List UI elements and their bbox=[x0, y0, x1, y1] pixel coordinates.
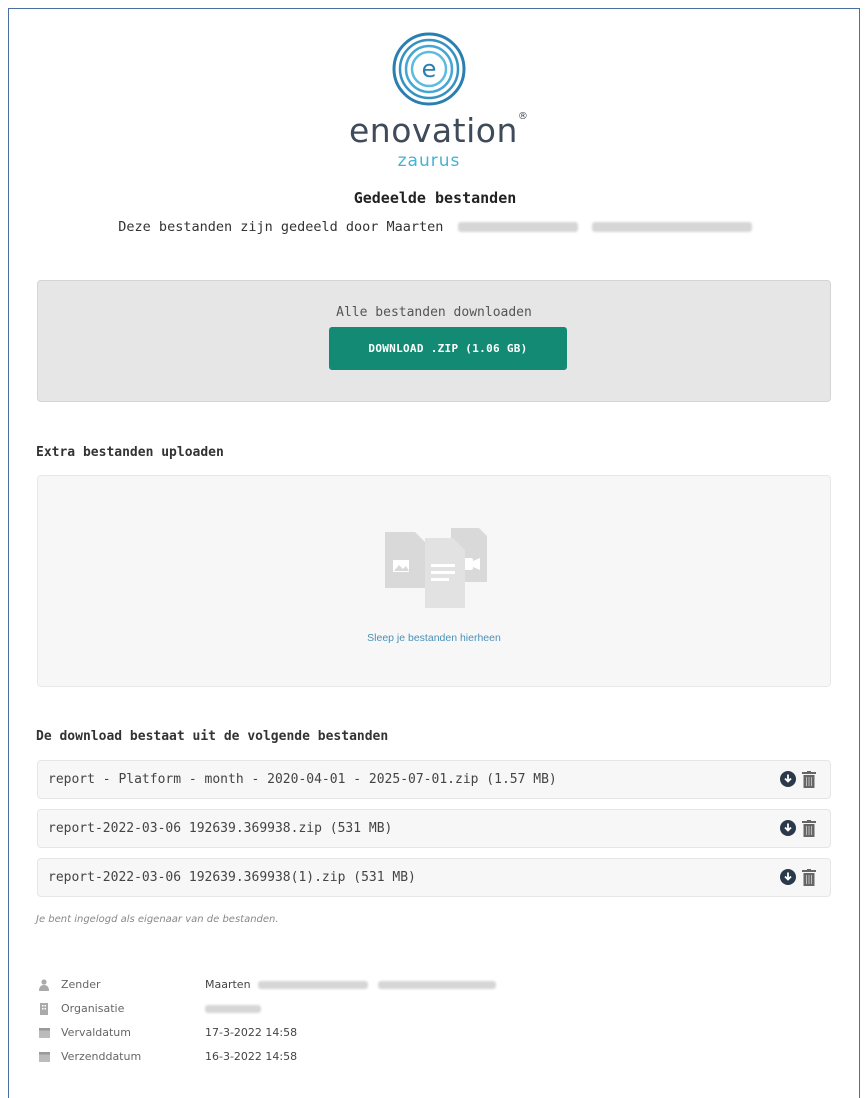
trash-icon[interactable] bbox=[802, 771, 816, 788]
organisation-label: Organisatie bbox=[61, 1002, 125, 1015]
sender-value: Maarten bbox=[205, 978, 496, 991]
sender-label: Zender bbox=[61, 978, 101, 991]
redacted-sender-email bbox=[377, 981, 496, 989]
share-page: e enovation® zaurus Gedeelde bestanden D… bbox=[8, 8, 860, 1098]
redacted-sender-name bbox=[258, 981, 369, 989]
trash-icon[interactable] bbox=[802, 820, 816, 837]
building-icon bbox=[40, 1003, 48, 1015]
files-heading: De download bestaat uit de volgende best… bbox=[36, 729, 389, 744]
enovation-e-icon: e bbox=[392, 32, 466, 106]
file-name: report-2022-03-06 192639.369938(1).zip (… bbox=[48, 870, 416, 885]
page-title: Gedeelde bestanden bbox=[353, 189, 517, 207]
organisation-value bbox=[205, 1002, 261, 1015]
calendar-icon bbox=[39, 1052, 50, 1062]
download-all-label: Alle bestanden downloaden bbox=[336, 305, 532, 320]
file-row: report-2022-03-06 192639.369938.zip (531… bbox=[37, 809, 831, 848]
download-icon[interactable] bbox=[780, 869, 796, 885]
download-zip-button[interactable]: DOWNLOAD .ZIP (1.06 GB) bbox=[329, 327, 567, 370]
svg-text:e: e bbox=[422, 55, 437, 83]
page-subtitle: Deze bestanden zijn gedeeld door Maarten bbox=[9, 219, 861, 235]
owner-note: Je bent ingelogd als eigenaar van de bes… bbox=[36, 914, 279, 925]
file-name: report - Platform - month - 2020-04-01 -… bbox=[48, 772, 557, 787]
download-icon[interactable] bbox=[780, 771, 796, 787]
download-icon[interactable] bbox=[780, 820, 796, 836]
dropzone-hint: Sleep je bestanden hierheen bbox=[367, 632, 501, 644]
upload-heading: Extra bestanden uploaden bbox=[36, 445, 224, 460]
redacted-organisation bbox=[205, 1005, 261, 1013]
file-name: report-2022-03-06 192639.369938.zip (531… bbox=[48, 821, 393, 836]
calendar-icon bbox=[39, 1028, 50, 1038]
download-all-panel: Alle bestanden downloaden DOWNLOAD .ZIP … bbox=[37, 280, 831, 402]
sent-value: 16-3-2022 14:58 bbox=[205, 1050, 298, 1063]
file-row: report - Platform - month - 2020-04-01 -… bbox=[37, 760, 831, 799]
redacted-name bbox=[457, 222, 578, 232]
brand-name: enovation® bbox=[349, 111, 529, 150]
upload-dropzone[interactable]: Sleep je bestanden hierheen bbox=[37, 475, 831, 687]
user-icon bbox=[39, 979, 49, 991]
file-types-icon bbox=[385, 528, 487, 608]
expiry-value: 17-3-2022 14:58 bbox=[205, 1026, 298, 1039]
redacted-email bbox=[591, 222, 752, 232]
expiry-label: Vervaldatum bbox=[61, 1026, 131, 1039]
file-row: report-2022-03-06 192639.369938(1).zip (… bbox=[37, 858, 831, 897]
trash-icon[interactable] bbox=[802, 869, 816, 886]
sent-label: Verzenddatum bbox=[61, 1050, 142, 1063]
brand-subname: zaurus bbox=[397, 151, 461, 171]
enovation-logo: e enovation® zaurus bbox=[349, 31, 529, 171]
shared-by-text: Deze bestanden zijn gedeeld door Maarten bbox=[118, 219, 444, 235]
